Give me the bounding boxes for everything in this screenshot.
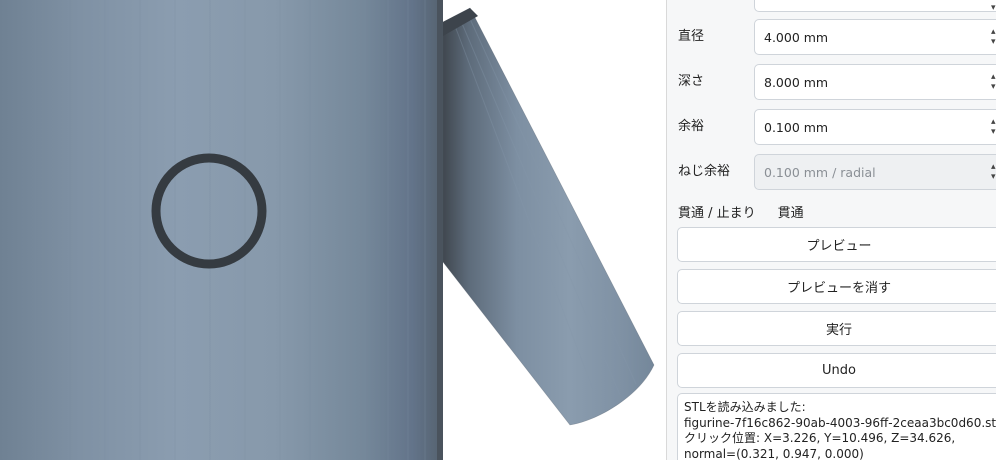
thread-clearance-label: ねじ余裕 <box>678 164 731 179</box>
model-body-edge <box>437 0 443 460</box>
execute-button[interactable]: 実行 <box>677 311 996 346</box>
through-stop-row: 貫通 / 止まり 貫通 <box>678 202 804 221</box>
model-render[interactable] <box>0 0 666 460</box>
diameter-spinner[interactable]: ▴ ▾ <box>991 27 996 47</box>
diameter-label: 直径 <box>678 29 705 44</box>
log-line: normal=(0.321, 0.947, 0.000) <box>684 446 864 460</box>
cropped-top-input[interactable] <box>754 0 996 12</box>
model-arm <box>442 7 655 426</box>
depth-label: 深さ <box>678 74 705 89</box>
clearance-input[interactable] <box>754 109 996 145</box>
model-body <box>0 0 443 460</box>
thread-clearance-input <box>754 154 996 190</box>
diameter-input[interactable] <box>754 19 996 55</box>
3d-viewport[interactable] <box>0 0 666 460</box>
undo-button[interactable]: Undo <box>677 353 996 388</box>
diameter-row: 直径 ▴▾ <box>667 18 996 58</box>
depth-spinner[interactable]: ▴ ▾ <box>991 72 996 92</box>
log-line: STLを読み込みました: <box>684 400 806 414</box>
depth-row: 深さ ▴▾ <box>667 63 996 103</box>
log-line: クリック位置: X=3.226, Y=10.496, Z=34.626, <box>684 431 956 445</box>
clearance-label: 余裕 <box>678 119 705 134</box>
through-stop-value[interactable]: 貫通 <box>778 206 804 221</box>
depth-input[interactable] <box>754 64 996 100</box>
clearance-row: 余裕 ▴▾ <box>667 108 996 148</box>
settings-panel: ▾ 直径 ▴▾ 深さ ▴▾ 余裕 ▴▾ ねじ余裕 ▴▾ 貫通 / 止まり 貫通 プ… <box>667 0 996 460</box>
cropped-top-spinner[interactable]: ▾ <box>991 3 996 13</box>
clearance-spinner[interactable]: ▴ ▾ <box>991 117 996 137</box>
through-stop-label: 貫通 / 止まり <box>678 206 756 221</box>
log-output[interactable]: STLを読み込みました: figurine-7f16c862-90ab-4003… <box>677 393 996 460</box>
preview-button[interactable]: プレビュー <box>677 227 996 262</box>
thread-clearance-row: ねじ余裕 ▴▾ <box>667 153 996 193</box>
log-line: figurine-7f16c862-90ab-4003-96ff-2ceaa3b… <box>684 415 996 430</box>
thread-clearance-spinner: ▴ ▾ <box>991 162 996 182</box>
clear-preview-button[interactable]: プレビューを消す <box>677 269 996 304</box>
